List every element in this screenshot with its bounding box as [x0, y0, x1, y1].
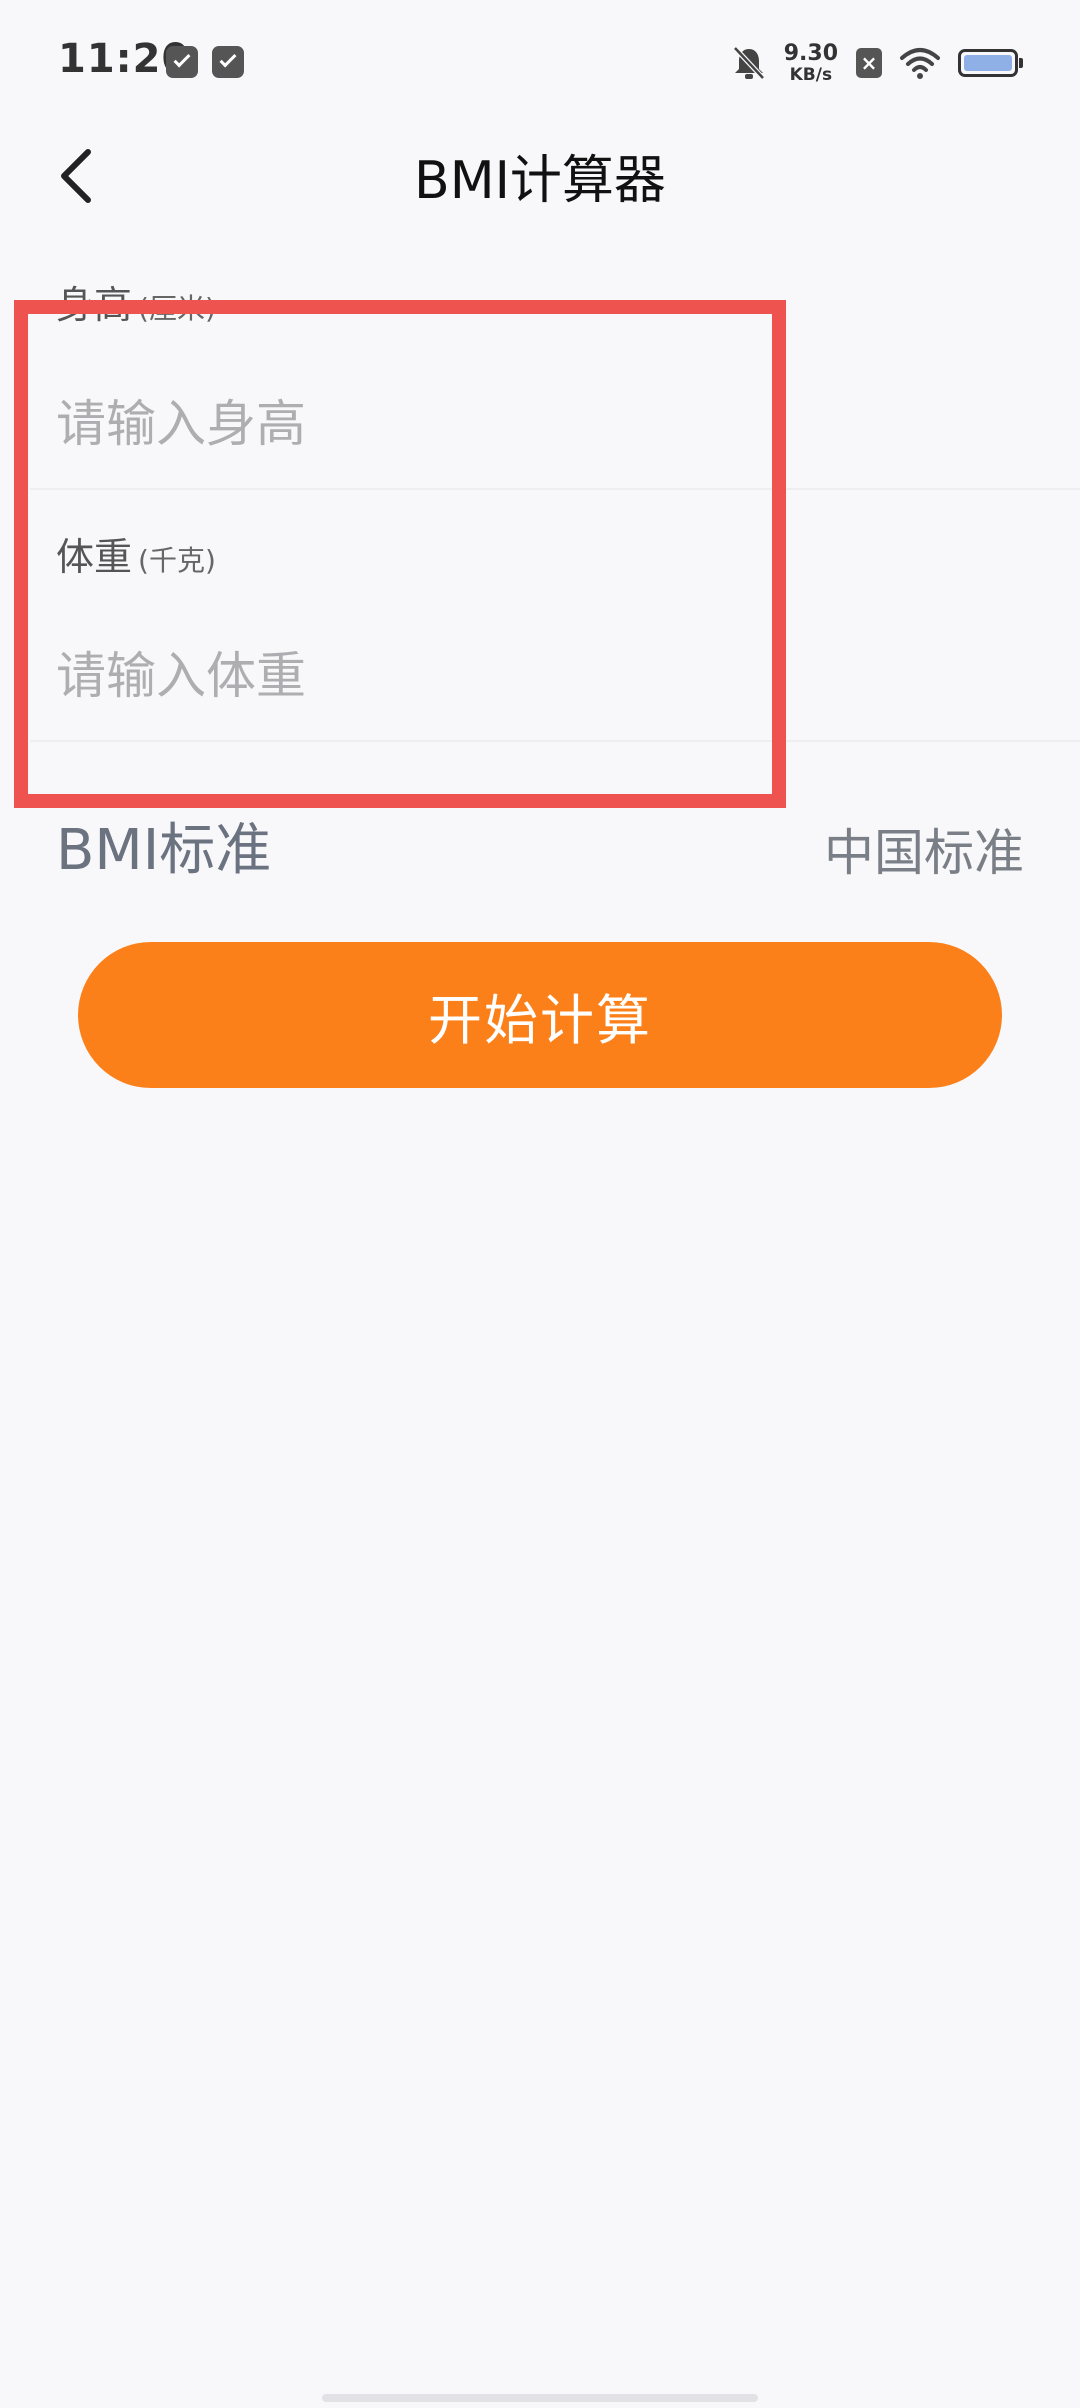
- start-calculate-button[interactable]: 开始计算: [78, 942, 1002, 1088]
- weight-divider: [30, 740, 1080, 742]
- battery-icon: [958, 49, 1023, 77]
- home-indicator[interactable]: [322, 2394, 758, 2402]
- weight-label-text: 体重: [56, 535, 133, 579]
- height-input[interactable]: [56, 384, 1016, 464]
- app-header: BMI计算器: [0, 120, 1080, 220]
- height-label-text: 身高: [56, 283, 133, 327]
- calendar-icon: [212, 46, 244, 78]
- mail-icon: [166, 46, 198, 78]
- wifi-icon: [900, 46, 940, 80]
- bmi-standard-label: BMI标准: [56, 818, 272, 883]
- page-title: BMI计算器: [414, 151, 666, 211]
- weight-label: 体重 (千克): [56, 526, 216, 581]
- network-speed-value: 9.30: [783, 40, 838, 66]
- status-bar: 11:20 9.30 KB/s ×: [0, 0, 1080, 130]
- weight-input[interactable]: [56, 636, 1016, 716]
- height-divider: [30, 488, 1080, 490]
- sim-x-icon: ×: [856, 48, 882, 78]
- bell-off-icon: [732, 45, 766, 81]
- bmi-standard-value[interactable]: 中国标准: [824, 813, 1024, 885]
- network-speed: 9.30 KB/s: [783, 40, 838, 85]
- network-speed-unit: KB/s: [789, 64, 833, 85]
- bmi-standard-row[interactable]: BMI标准 中国标准: [0, 795, 1080, 895]
- battery-fill: [964, 55, 1012, 71]
- height-label: 身高 (厘米): [56, 274, 216, 329]
- status-indicators: 9.30 KB/s ×: [732, 38, 1023, 88]
- weight-unit: (千克): [138, 544, 216, 577]
- height-unit: (厘米): [138, 292, 216, 325]
